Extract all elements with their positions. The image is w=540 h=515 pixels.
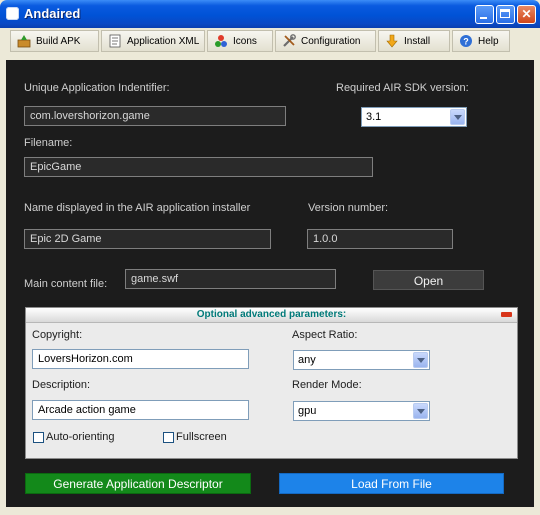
open-button[interactable]: Open — [373, 270, 484, 290]
title-bar[interactable]: Andaired ✕ — [0, 0, 540, 28]
icons-label: Icons — [233, 35, 257, 47]
package-icon — [17, 35, 31, 48]
help-label: Help — [478, 35, 499, 47]
shapes-icon — [215, 35, 227, 47]
display-name-field[interactable]: Epic 2D Game — [24, 229, 271, 249]
render-mode-label: Render Mode: — [292, 379, 362, 391]
advanced-panel-header: Optional advanced parameters: — [26, 308, 517, 323]
render-mode-value: gpu — [298, 405, 317, 417]
render-mode-select[interactable]: gpu — [293, 401, 430, 421]
close-button[interactable]: ✕ — [517, 5, 536, 24]
chevron-down-icon[interactable] — [413, 352, 428, 368]
display-name-label: Name displayed in the AIR application in… — [24, 202, 251, 214]
auto-orienting-label: Auto-orienting — [46, 431, 115, 443]
install-label: Install — [404, 35, 431, 47]
aspect-ratio-select[interactable]: any — [293, 350, 430, 370]
version-label: Version number: — [308, 202, 389, 214]
download-arrow-icon — [386, 34, 398, 48]
load-from-file-button[interactable]: Load From File — [279, 473, 504, 494]
app-id-field[interactable]: com.lovershorizon.game — [24, 106, 286, 126]
aspect-ratio-value: any — [298, 354, 316, 366]
fullscreen-checkbox[interactable] — [163, 432, 174, 443]
close-icon: ✕ — [521, 7, 532, 21]
configuration-label: Configuration — [301, 35, 361, 47]
sdk-version-select[interactable]: 3.1 — [361, 107, 467, 127]
main-content-label: Main content file: — [24, 278, 108, 290]
build-apk-label: Build APK — [36, 35, 81, 47]
maximize-icon — [500, 9, 510, 18]
tools-icon — [283, 34, 296, 47]
chevron-down-icon[interactable] — [413, 403, 428, 419]
copyright-label: Copyright: — [32, 329, 83, 341]
toolbar: Build APK Application XML Icons Configur… — [4, 28, 536, 55]
configuration-button[interactable]: Configuration — [275, 30, 376, 52]
advanced-panel-title: Optional advanced parameters: — [196, 309, 347, 320]
description-label: Description: — [32, 379, 91, 391]
minimize-icon — [480, 17, 487, 19]
main-content-field[interactable]: game.swf — [125, 269, 336, 289]
generate-descriptor-button[interactable]: Generate Application Descriptor — [25, 473, 251, 494]
collapse-icon[interactable] — [501, 312, 512, 317]
filename-field[interactable]: EpicGame — [24, 157, 373, 177]
build-apk-button[interactable]: Build APK — [10, 30, 99, 52]
minimize-button[interactable] — [475, 5, 494, 24]
icons-button[interactable]: Icons — [207, 30, 273, 52]
copyright-field[interactable]: LoversHorizon.com — [32, 349, 249, 369]
help-icon: ? — [460, 35, 472, 47]
sdk-version-label: Required AIR SDK version: — [336, 82, 469, 94]
help-button[interactable]: ? Help — [452, 30, 510, 52]
sdk-version-value: 3.1 — [366, 111, 382, 123]
window-title: Andaired — [24, 6, 81, 21]
maximize-button[interactable] — [496, 5, 515, 24]
app-id-label: Unique Application Indentifier: — [24, 82, 170, 94]
fullscreen-label: Fullscreen — [176, 431, 227, 443]
application-xml-label: Application XML — [127, 35, 200, 47]
install-button[interactable]: Install — [378, 30, 450, 52]
auto-orienting-checkbox[interactable] — [33, 432, 44, 443]
version-field[interactable]: 1.0.0 — [307, 229, 453, 249]
application-xml-button[interactable]: Application XML — [101, 30, 205, 52]
chevron-down-icon[interactable] — [450, 109, 465, 125]
document-icon — [109, 34, 121, 48]
svg-text:?: ? — [463, 37, 469, 47]
description-field[interactable]: Arcade action game — [32, 400, 249, 420]
aspect-ratio-label: Aspect Ratio: — [292, 329, 358, 341]
app-window: Andaired ✕ Build APK Application XML Ico… — [0, 0, 540, 515]
filename-label: Filename: — [24, 137, 73, 149]
app-icon — [6, 7, 19, 20]
